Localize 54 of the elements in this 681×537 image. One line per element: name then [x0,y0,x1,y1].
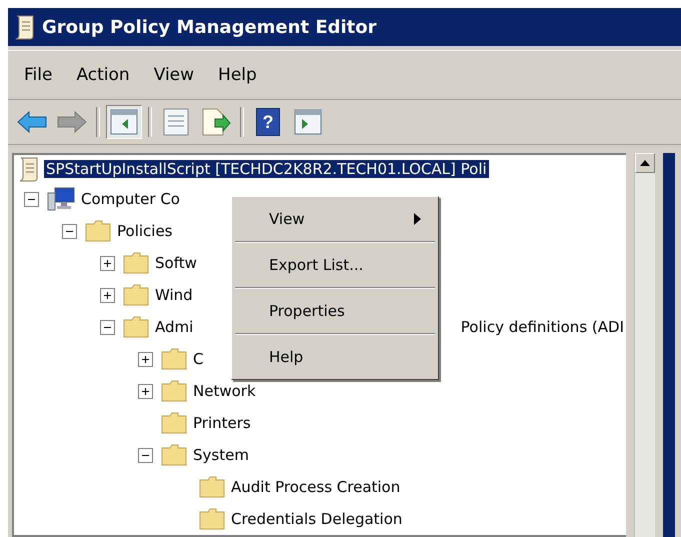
collapse-icon[interactable] [100,320,115,334]
window-title: Group Policy Management Editor [42,16,377,38]
folder-icon [199,508,225,530]
expand-icon[interactable] [100,256,115,270]
collapse-icon[interactable] [24,192,39,206]
context-menu-item[interactable]: Properties [235,291,435,331]
forward-arrow-icon [57,111,87,133]
tree-item[interactable]: Audit Process Creation [231,478,400,496]
menu-item[interactable]: Help [208,57,267,93]
pane-toggle-icon [110,109,138,135]
tree-item[interactable]: C [193,350,204,368]
menu-item[interactable]: Action [66,57,140,93]
toolbar-button[interactable] [106,105,142,139]
context-menu-item[interactable]: View [235,199,435,239]
tree-item[interactable]: System [193,446,249,464]
export-icon [201,108,231,136]
properties-icon [163,108,189,136]
folder-icon [161,412,187,434]
scrollbar[interactable] [634,153,655,537]
folder-icon [123,284,149,306]
tree-item[interactable]: Softw [155,254,197,272]
scroll-icon [14,14,36,40]
folder-icon [123,316,149,338]
folder-icon [161,380,187,402]
context-menu-item[interactable]: Help [235,337,435,377]
back-arrow-icon [17,111,47,133]
computer-icon [47,187,75,211]
context-menu-item[interactable]: Export List... [235,245,435,285]
menu-item[interactable]: View [144,57,204,93]
tree-item[interactable]: Printers [193,414,251,432]
expand-icon[interactable] [138,352,153,366]
folder-icon [123,252,149,274]
submenu-arrow-icon [414,213,421,225]
expand-icon[interactable] [138,384,153,398]
tree-item[interactable]: Wind [155,286,193,304]
folder-icon [199,476,225,498]
action-pane-icon [294,109,322,135]
tree-item-text: Policy definitions (ADI [460,318,624,336]
scroll-up-button[interactable] [635,153,655,173]
tree-item[interactable]: Computer Co [81,190,180,208]
tree-item[interactable]: Policies [117,222,172,240]
up-arrow-icon [640,160,650,166]
tree-item[interactable]: Network [193,382,256,400]
expand-icon[interactable] [100,288,115,302]
collapse-icon[interactable] [138,448,153,462]
folder-icon [161,444,187,466]
scroll-icon [18,156,40,182]
folder-icon [85,220,111,242]
tree-item[interactable]: Credentials Delegation [231,510,402,528]
collapse-icon[interactable] [62,224,77,238]
menu-item[interactable]: File [14,57,62,93]
tree-root-item[interactable]: SPStartUpInstallScript [TECHDC2K8R2.TECH01.LOCAL] Poli [44,160,489,178]
folder-icon [161,348,187,370]
tree-item[interactable]: Admi [155,318,194,336]
